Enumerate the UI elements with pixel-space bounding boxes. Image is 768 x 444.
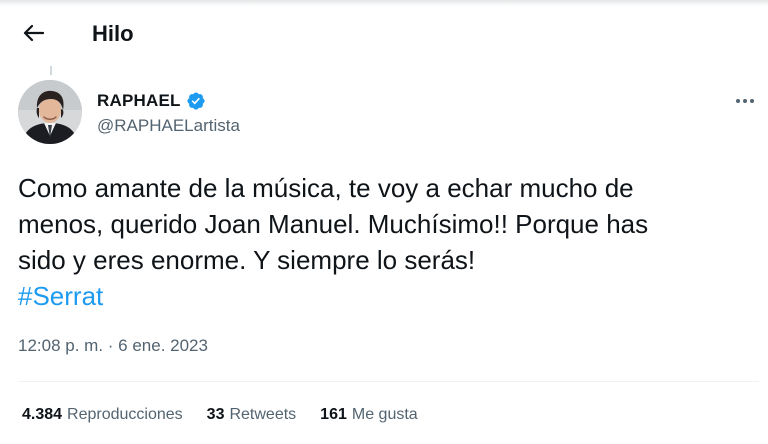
tweet-text-line: sido y eres enorme. Y siempre lo serás! bbox=[18, 245, 476, 275]
stat-likes[interactable]: 161 Me gusta bbox=[320, 406, 418, 424]
thread-header: Hilo bbox=[0, 12, 768, 56]
stat-retweets[interactable]: 33 Retweets bbox=[207, 406, 297, 424]
stat-label: Me gusta bbox=[351, 406, 418, 423]
stat-views[interactable]: 4.384 Reproducciones bbox=[22, 406, 183, 424]
stat-count: 33 bbox=[206, 406, 225, 423]
tweet-timestamp[interactable]: 12:08 p. m. · 6 ene. 2023 bbox=[18, 336, 208, 356]
top-shadow bbox=[0, 0, 768, 6]
divider bbox=[18, 381, 759, 382]
avatar[interactable] bbox=[18, 80, 82, 144]
more-horizontal-icon bbox=[736, 99, 754, 103]
thread-connector bbox=[50, 66, 52, 75]
stat-count: 161 bbox=[320, 406, 347, 423]
profile-photo bbox=[18, 80, 82, 144]
tweet-text-line: Como amante de la música, te voy a echar… bbox=[18, 173, 634, 203]
hashtag-link[interactable]: #Serrat bbox=[18, 278, 753, 314]
back-button[interactable] bbox=[20, 20, 46, 46]
verified-badge-icon bbox=[187, 92, 205, 110]
tweet-text-line: menos, querido Joan Manuel. Muchísimo!! … bbox=[18, 209, 649, 239]
stat-count: 4.384 bbox=[22, 406, 63, 423]
page-title: Hilo bbox=[92, 21, 134, 46]
arrow-left-icon bbox=[23, 24, 44, 42]
stat-label: Retweets bbox=[229, 406, 297, 423]
thread-page: Hilo RAPHAEL @RAPHAELartista Como amante… bbox=[0, 0, 768, 444]
author-name[interactable]: RAPHAEL bbox=[97, 91, 181, 111]
author-name-row[interactable]: RAPHAEL bbox=[97, 90, 206, 112]
tweet-stats: 4.384 Reproducciones 33 Retweets 161 Me … bbox=[22, 406, 442, 424]
more-options-button[interactable] bbox=[732, 92, 758, 110]
author-handle[interactable]: @RAPHAELartista bbox=[97, 116, 240, 136]
stat-label: Reproducciones bbox=[67, 406, 183, 423]
tweet-text: Como amante de la música, te voy a echar… bbox=[18, 170, 753, 314]
